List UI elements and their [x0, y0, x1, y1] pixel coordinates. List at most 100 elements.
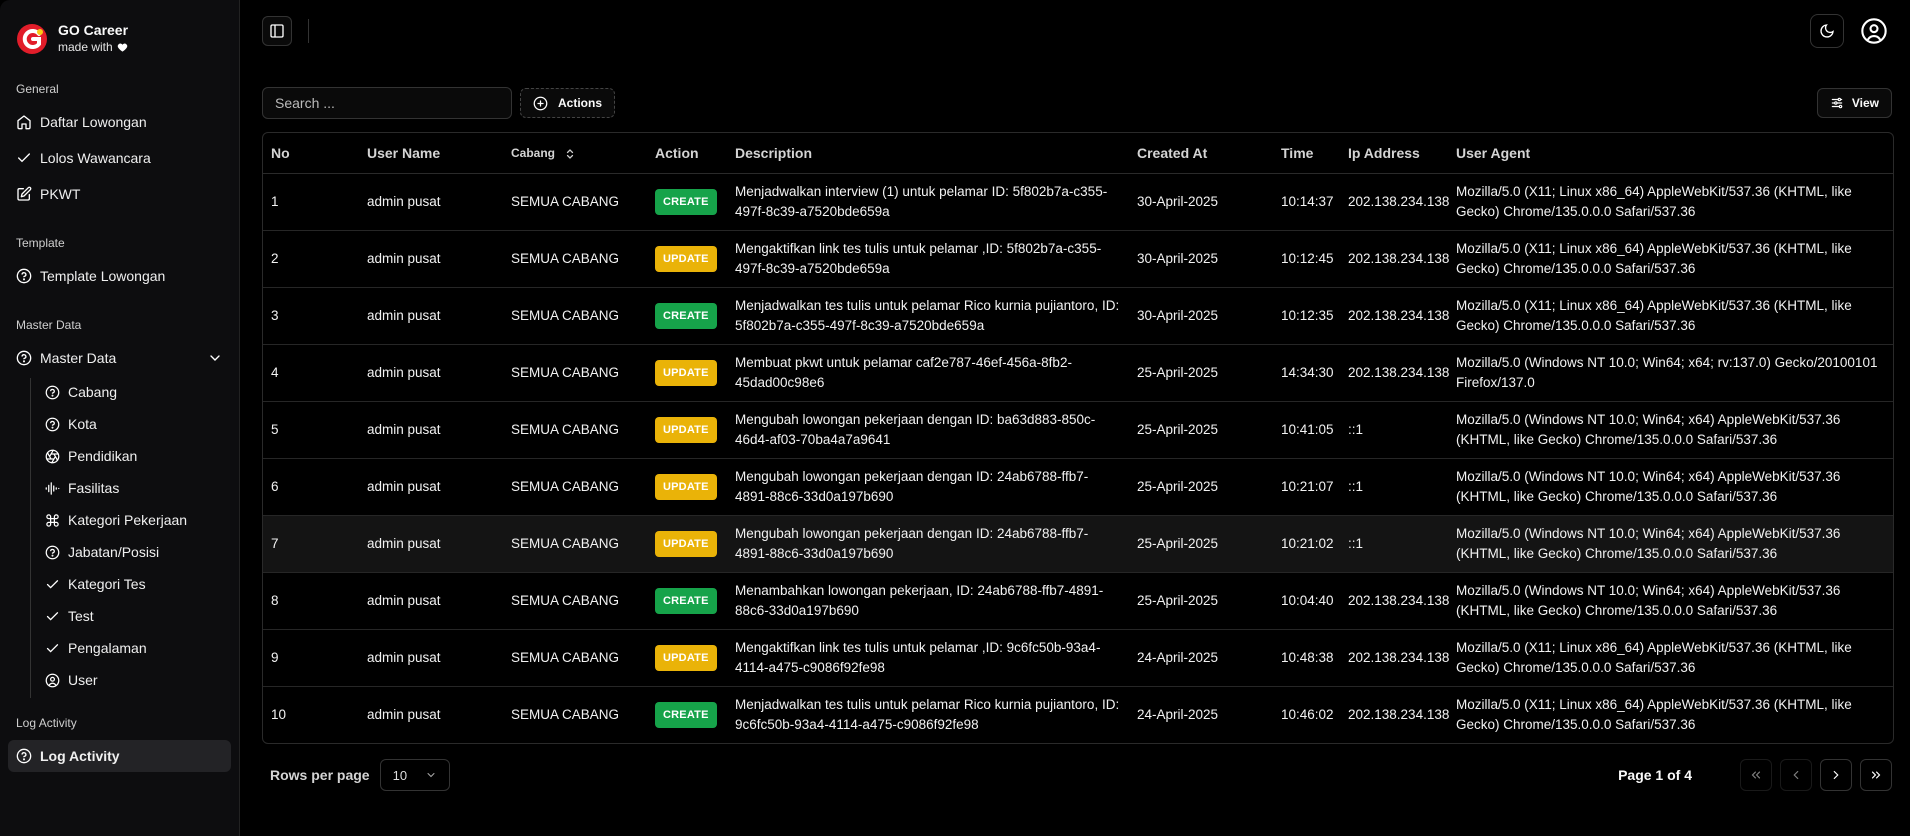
first-page-button[interactable]	[1740, 759, 1772, 791]
check-icon	[46, 611, 59, 621]
cell-cabang: SEMUA CABANG	[503, 401, 647, 459]
sidebar-subitem-label: Fasilitas	[68, 480, 120, 496]
search-input[interactable]	[262, 87, 512, 119]
cell-time: 10:46:02	[1281, 706, 1334, 722]
sidebar-toggle-button[interactable]	[262, 16, 292, 46]
cell-time: 10:41:05	[1273, 401, 1340, 459]
table-row[interactable]: 2 admin pusat SEMUA CABANG UPDATE Mengaktifk…	[263, 230, 1893, 288]
cell-ip-address: ::1	[1340, 515, 1448, 573]
cell-cabang: SEMUA CABANG	[503, 515, 647, 573]
cell-user-agent: Mozilla/5.0 (X11; Linux x86_64) AppleWeb…	[1448, 287, 1893, 345]
cell-created-at: 30-April-2025	[1129, 287, 1273, 345]
sidebar-item-daftar-lowongan[interactable]: Daftar Lowongan	[8, 106, 231, 138]
data-table: No User Name Cabang Action Description C…	[263, 133, 1893, 743]
table-row[interactable]: 5 admin pusat SEMUA CABANG UPDATE Mengubah l…	[263, 401, 1893, 459]
cell-no: 7	[263, 515, 359, 573]
cell-action: CREATE	[647, 686, 727, 743]
sidebar-item-lolos-wawancara[interactable]: Lolos Wawancara	[8, 142, 231, 174]
cell-action: CREATE	[647, 173, 727, 231]
theme-toggle-button[interactable]	[1810, 14, 1844, 48]
action-badge: UPDATE	[655, 245, 717, 272]
app-root: GO Career made with General Daftar Lowon…	[0, 0, 1910, 836]
sort-icon	[567, 148, 574, 159]
sidebar-item-log-activity[interactable]: Log Activity	[8, 740, 231, 772]
column-header-action: Action	[647, 133, 727, 174]
table-row[interactable]: 8 admin pusat SEMUA CABANG CREATE Menambahka…	[263, 572, 1893, 630]
cell-time: 10:14:37	[1273, 173, 1340, 231]
table-row[interactable]: 3 admin pusat SEMUA CABANG CREATE Menjadwalk…	[263, 287, 1893, 345]
panel-left-icon	[270, 24, 284, 38]
cell-no: 8	[263, 572, 359, 630]
cell-created-at: 30-April-2025	[1129, 230, 1273, 288]
sidebar-item-master-data[interactable]: Master Data	[8, 342, 231, 374]
cell-user-agent: Mozilla/5.0 (Windows NT 10.0; Win64; x64…	[1448, 458, 1893, 516]
chevron-down-icon[interactable]	[207, 350, 223, 366]
view-options-button[interactable]: View	[1816, 88, 1892, 118]
column-header-cabang[interactable]: Cabang	[503, 133, 647, 174]
sidebar-item-pkwt[interactable]: PKWT	[8, 178, 231, 210]
help-circle-icon	[45, 545, 60, 559]
sidebar-subitem-kategori-pekerjaan[interactable]: Kategori Pekerjaan	[41, 506, 231, 534]
brand[interactable]: GO Career made with	[8, 8, 231, 68]
table-toolbar: Actions View	[240, 87, 1910, 119]
last-page-button[interactable]	[1860, 759, 1892, 791]
cell-user-name: admin pusat	[359, 515, 503, 573]
cell-cabang: SEMUA CABANG	[503, 572, 647, 630]
help-circle-icon	[16, 748, 32, 764]
sidebar-subitem-pengalaman[interactable]: Pengalaman	[41, 634, 231, 662]
action-badge: CREATE	[655, 188, 717, 215]
cell-user-agent: Mozilla/5.0 (Windows NT 10.0; Win64; x64…	[1448, 515, 1893, 573]
rows-per-page-select[interactable]: 10	[379, 759, 450, 791]
next-page-button[interactable]	[1820, 759, 1852, 791]
cell-no: 3	[263, 287, 359, 345]
cell-cabang: SEMUA CABANG	[503, 458, 647, 516]
action-badge: CREATE	[655, 587, 717, 614]
user-menu-avatar[interactable]	[1858, 15, 1890, 47]
cell-description: Mengaktifkan link tes tulis untuk pelama…	[727, 629, 1129, 687]
help-circle-icon	[16, 350, 32, 366]
table-row[interactable]: 7 admin pusat SEMUA CABANG UPDATE Mengubah l…	[263, 515, 1893, 573]
user-circle-icon	[45, 673, 60, 687]
sidebar-item-template-lowongan[interactable]: Template Lowongan	[8, 260, 231, 292]
sidebar-subitem-pendidikan[interactable]: Pendidikan	[41, 442, 231, 470]
cell-no: 5	[263, 401, 359, 459]
sidebar-subitem-kategori-tes[interactable]: Kategori Tes	[41, 570, 231, 598]
sidebar-subitem-jabatan-posisi[interactable]: Jabatan/Posisi	[41, 538, 231, 566]
table-row[interactable]: 9 admin pusat SEMUA CABANG UPDATE Mengaktifk…	[263, 629, 1893, 687]
cell-action: CREATE	[647, 287, 727, 345]
cell-description: Menjadwalkan tes tulis untuk pelamar Ric…	[727, 287, 1129, 345]
rows-per-page-value: 10	[392, 767, 408, 783]
cell-created-at: 25-April-2025	[1129, 401, 1273, 459]
sidebar-subitem-label: Kategori Tes	[68, 576, 146, 592]
cell-ip-address: 202.138.234.138	[1340, 287, 1449, 345]
cell-no: 2	[263, 230, 359, 288]
table-row[interactable]: 1 admin pusat SEMUA CABANG CREATE Menjadwalk…	[263, 173, 1893, 231]
cell-description: Mengubah lowongan pekerjaan dengan ID: 2…	[727, 515, 1129, 573]
cell-user-name: admin pusat	[359, 173, 503, 231]
brand-text: GO Career made with	[58, 22, 128, 56]
sidebar-subitem-test[interactable]: Test	[41, 602, 231, 630]
chevron-left-icon	[1793, 770, 1799, 780]
sidebar-subitem-cabang[interactable]: Cabang	[41, 378, 231, 406]
cell-user-name: admin pusat	[359, 230, 503, 288]
table-row[interactable]: 4 admin pusat SEMUA CABANG UPDATE Membuat pk…	[263, 344, 1893, 402]
previous-page-button[interactable]	[1780, 759, 1812, 791]
sidebar-subitem-fasilitas[interactable]: Fasilitas	[41, 474, 231, 502]
action-badge: UPDATE	[655, 473, 717, 500]
sidebar-item-label: Lolos Wawancara	[40, 150, 151, 166]
cell-cabang: SEMUA CABANG	[503, 287, 647, 345]
cell-time: 10:21:02	[1273, 515, 1340, 573]
cell-ip-address: ::1	[1340, 458, 1448, 516]
sidebar-subitem-user[interactable]: User	[41, 666, 231, 694]
pagination-buttons	[1740, 759, 1892, 791]
sidebar-subitem-kota[interactable]: Kota	[41, 410, 231, 438]
check-icon	[46, 643, 59, 653]
table-row[interactable]: 6 admin pusat SEMUA CABANG UPDATE Mengubah l…	[263, 458, 1893, 516]
audio-wave-icon	[45, 481, 60, 495]
cell-created-at: 25-April-2025	[1129, 458, 1273, 516]
sidebar: GO Career made with General Daftar Lowon…	[0, 0, 240, 836]
actions-button[interactable]: Actions	[520, 88, 616, 118]
cell-description: Menambahkan lowongan pekerjaan, ID: 24ab…	[727, 572, 1129, 630]
table-row[interactable]: 10 admin pusat SEMUA CABANG CREATE Menjadwal…	[263, 686, 1893, 743]
cell-description: Mengubah lowongan pekerjaan dengan ID: 2…	[727, 458, 1129, 516]
